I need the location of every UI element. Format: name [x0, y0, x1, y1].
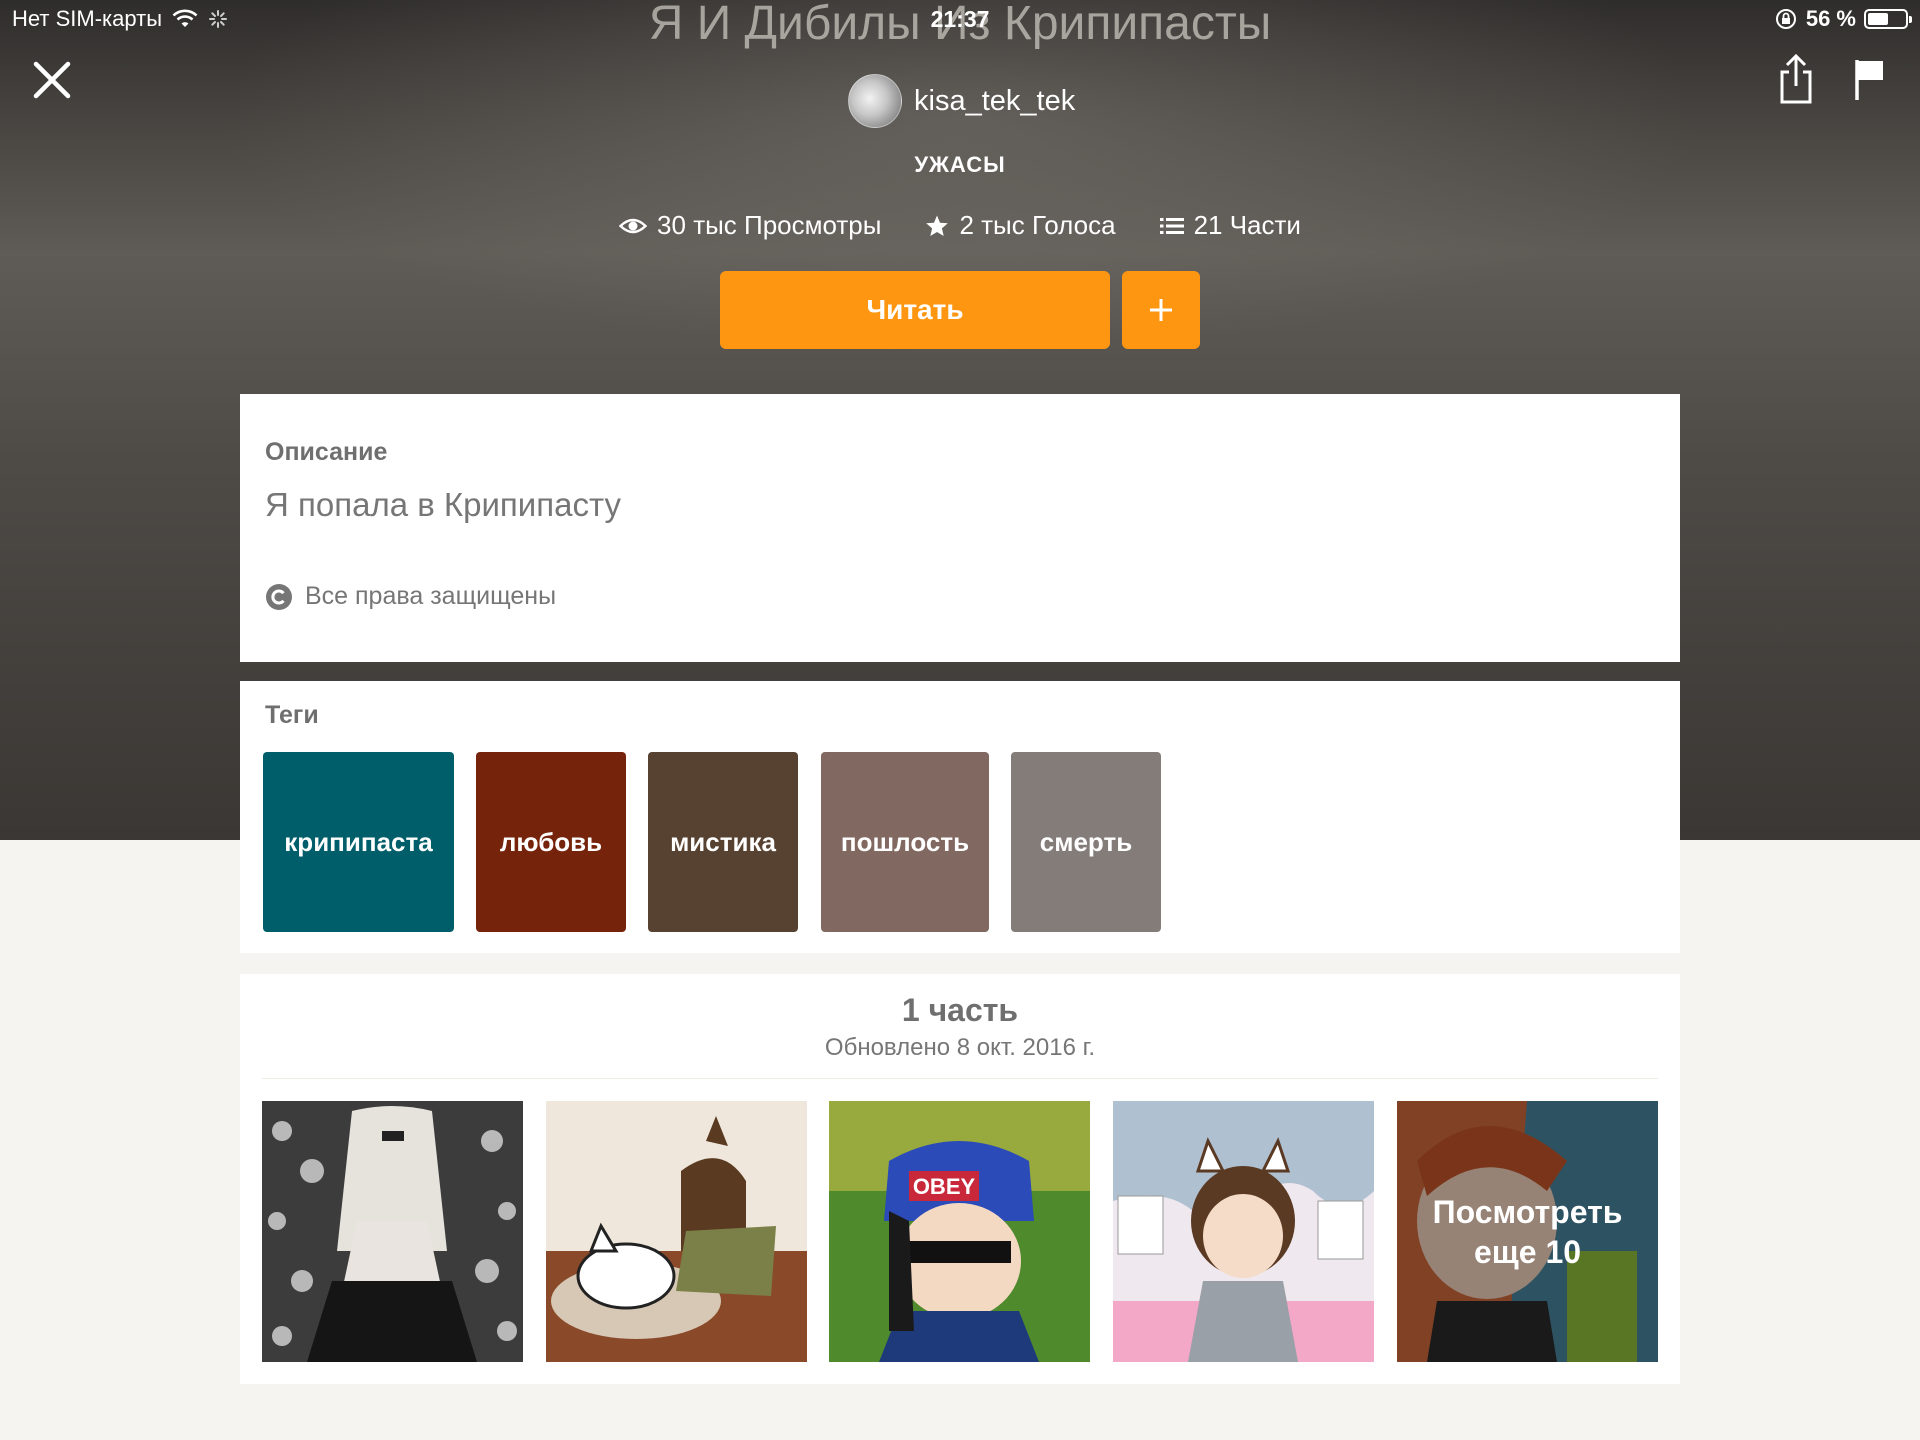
view-more-count: еще 10 [1473, 1233, 1582, 1270]
tags-card: Теги крипипаста любовь мистика пошлость … [240, 681, 1680, 953]
parts-card: 1 часть Обновлено 8 окт. 2016 г. OBEY По… [240, 974, 1680, 1384]
part-thumbnail[interactable] [262, 1101, 523, 1362]
view-more-label: Посмотреть [1432, 1193, 1623, 1230]
views-count: 30 тыс Просмотры [657, 210, 882, 240]
divider [262, 1078, 1658, 1079]
share-icon[interactable] [1776, 52, 1816, 106]
star-icon [926, 215, 949, 236]
description-text: Я попала в Крипипасту [265, 486, 621, 523]
description-card: Описание Я попала в Крипипасту Все права… [240, 394, 1680, 662]
tag-mystic[interactable]: мистика [648, 752, 798, 932]
description-heading: Описание [265, 438, 388, 466]
copyright-notice: Все права защищены [265, 582, 556, 611]
votes-count: 2 тыс Голоса [959, 210, 1116, 240]
view-more-parts-button[interactable]: Посмотреть еще 10 [1397, 1101, 1658, 1362]
tags-heading: Теги [265, 701, 319, 729]
battery-icon [1864, 9, 1912, 29]
copyright-icon [266, 583, 292, 610]
battery-percent: 56 % [1805, 6, 1856, 31]
story-stats: 30 тыс Просмотры 2 тыс Голоса 21 Части [0, 210, 1920, 241]
close-icon[interactable] [28, 56, 76, 104]
eye-icon [619, 218, 648, 233]
clock: 21:37 [930, 6, 990, 32]
part-thumbnail[interactable]: OBEY [829, 1101, 1090, 1362]
copyright-text: Все права защищены [305, 582, 557, 610]
tag-love[interactable]: любовь [476, 752, 626, 932]
anime-obey-cap-image: OBEY [829, 1101, 1090, 1362]
read-button[interactable]: Читать [720, 271, 1110, 349]
anime-milk-image [1113, 1101, 1374, 1362]
anime-girl-flowers-image [262, 1101, 523, 1362]
list-icon [1159, 217, 1184, 234]
view-more-overlay: Посмотреть еще 10 [1397, 1101, 1658, 1362]
avatar [848, 74, 902, 128]
plus-icon [1150, 299, 1172, 321]
parts-count[interactable]: 1 часть [240, 992, 1680, 1029]
author-link[interactable]: kisa_tek_tek [848, 74, 1075, 128]
views-stat: 30 тыс Просмотры [619, 210, 881, 241]
tag-death[interactable]: смерть [1011, 752, 1161, 932]
author-name: kisa_tek_tek [914, 84, 1076, 117]
flag-icon[interactable] [1852, 56, 1888, 102]
genre-label[interactable]: УЖАСЫ [0, 152, 1920, 178]
status-bar: Нет SIM-карты 21:37 56 % [0, 0, 1920, 40]
tag-vulgarity[interactable]: пошлость [821, 752, 989, 932]
anime-cat-image [546, 1101, 807, 1362]
votes-stat: 2 тыс Голоса [925, 210, 1116, 241]
svg-text:OBEY: OBEY [913, 1174, 976, 1199]
add-to-library-button[interactable] [1122, 271, 1200, 349]
part-thumbnail[interactable] [1113, 1101, 1374, 1362]
parts-count-stat: 21 Части [1193, 210, 1301, 240]
rotation-lock-icon [1775, 9, 1796, 29]
part-thumbnail[interactable] [546, 1101, 807, 1362]
tag-creepypasta[interactable]: крипипаста [263, 752, 454, 932]
parts-stat: 21 Части [1159, 210, 1301, 241]
last-updated: Обновлено 8 окт. 2016 г. [824, 1034, 1096, 1061]
